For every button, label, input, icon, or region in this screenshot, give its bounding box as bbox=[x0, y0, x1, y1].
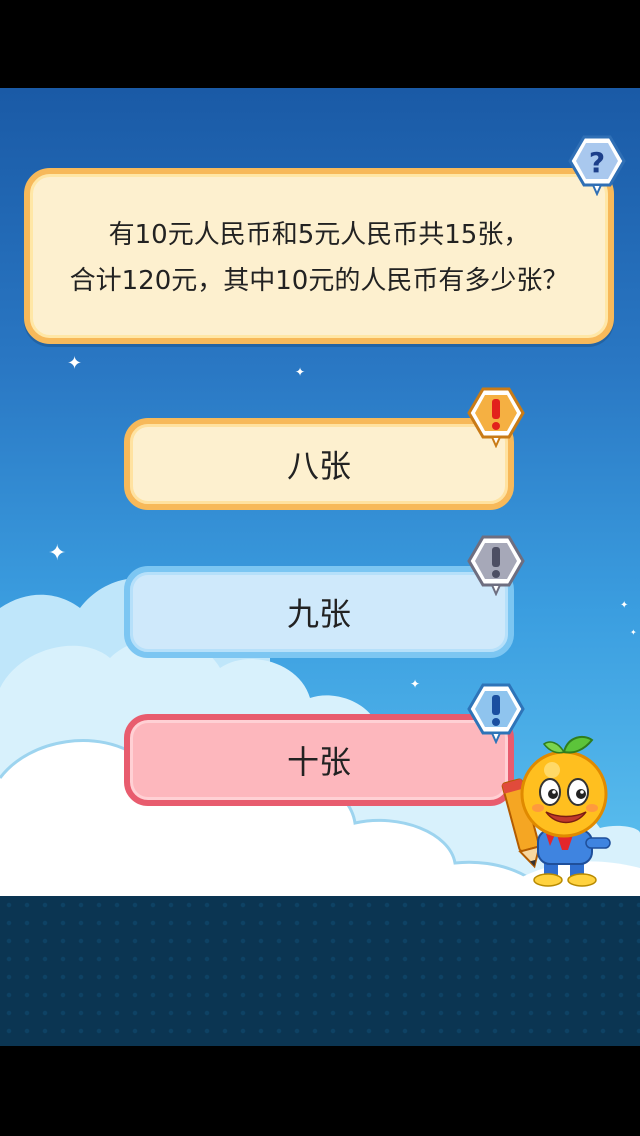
exclamation-gray-icon bbox=[467, 535, 525, 596]
star-decoration: ✦ bbox=[48, 541, 67, 566]
answer-option-c[interactable]: 十张 bbox=[124, 714, 514, 806]
orange-mascot-with-pencil bbox=[501, 735, 611, 887]
answer-c-label: 十张 bbox=[286, 743, 351, 781]
question-line-1: 有10元人民币和5元人民币共15张， bbox=[108, 220, 530, 250]
svg-text:?: ? bbox=[589, 146, 605, 179]
answer-a-label: 八张 bbox=[286, 447, 351, 485]
bottom-black-bar bbox=[0, 1046, 640, 1136]
star-decoration: ✦ bbox=[295, 365, 306, 379]
answer-option-a[interactable]: 八张 bbox=[124, 418, 514, 510]
question-text: 有10元人民币和5元人民币共15张， 合计120元，其中10元的人民币有多少张？ bbox=[30, 212, 608, 304]
star-decoration: ✦ bbox=[410, 677, 421, 691]
footer-panel bbox=[0, 896, 640, 1046]
top-black-bar bbox=[0, 0, 640, 88]
question-mark-icon: ? bbox=[568, 135, 626, 196]
answer-option-b[interactable]: 九张 bbox=[124, 566, 514, 658]
exclamation-red-icon bbox=[467, 387, 525, 448]
star-decoration: ✦ bbox=[620, 600, 629, 611]
question-card: 有10元人民币和5元人民币共15张， 合计120元，其中10元的人民币有多少张？ bbox=[24, 168, 614, 344]
answer-b-label: 九张 bbox=[286, 595, 351, 633]
question-line-2: 合计120元，其中10元的人民币有多少张？ bbox=[69, 266, 569, 296]
star-decoration: ✦ bbox=[67, 353, 83, 374]
star-decoration: ✦ bbox=[630, 628, 637, 637]
